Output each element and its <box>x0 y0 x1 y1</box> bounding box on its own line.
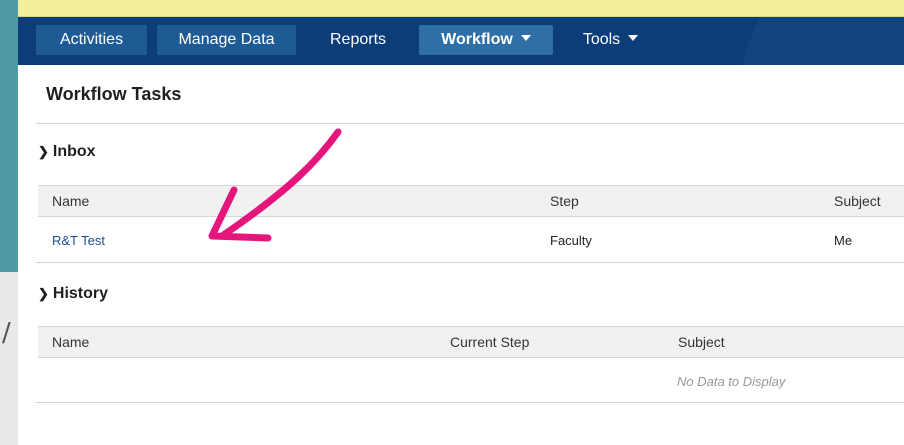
annotation-arrow-icon <box>208 128 342 242</box>
